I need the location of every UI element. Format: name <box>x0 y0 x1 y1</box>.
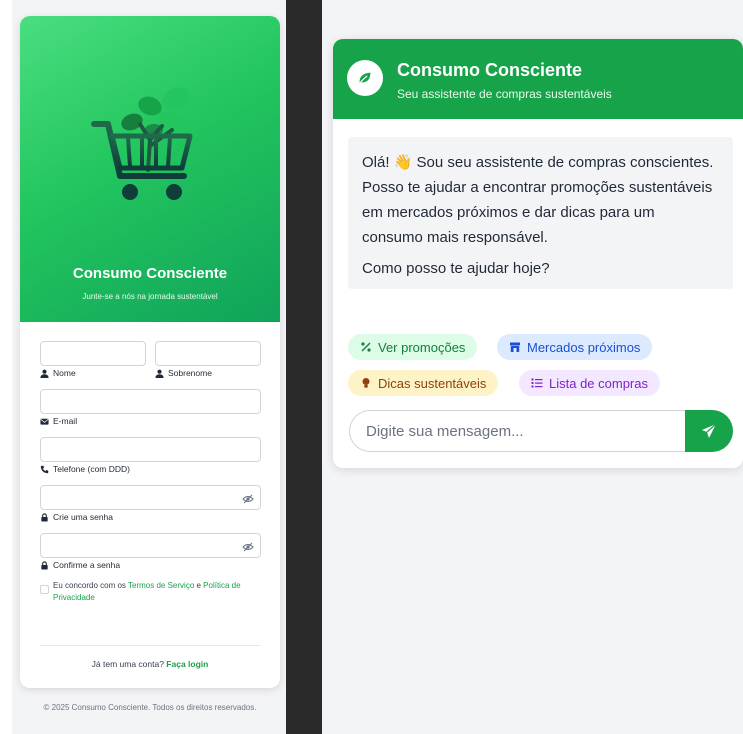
lock-icon <box>41 560 48 570</box>
password-field[interactable] <box>40 485 261 510</box>
chip-dicas-sustentaveis[interactable]: Dicas sustentáveis <box>348 370 499 396</box>
last-name-label: Sobrenome <box>155 368 212 378</box>
chat-header: Consumo Consciente Seu assistente de com… <box>333 39 743 119</box>
user-icon <box>155 369 164 378</box>
phone-icon <box>40 465 49 473</box>
greeting-text: Olá! 👋 Sou seu assistente de compras con… <box>362 154 714 246</box>
screenshot-root: Consumo Consciente Junte-se a nós na jor… <box>0 0 743 734</box>
chat-subtitle: Seu assistente de compras sustentáveis <box>397 87 612 101</box>
lightbulb-icon <box>362 378 370 388</box>
leaf-icon <box>358 72 371 85</box>
email-label: E-mail <box>40 416 77 426</box>
signup-brand-tagline: Junte-se a nós na jornada sustentável <box>82 292 218 301</box>
store-icon <box>510 342 520 352</box>
percent-icon <box>361 342 371 352</box>
paper-plane-icon <box>702 423 717 438</box>
chip-mercados-proximos[interactable]: Mercados próximos <box>497 334 653 360</box>
message-input[interactable] <box>349 410 689 452</box>
shopping-cart-leaf-icon <box>91 87 193 200</box>
waving-hand-emoji: 👋 <box>393 154 413 171</box>
confirm-password-label: Confirme a senha <box>40 560 120 570</box>
last-name-field[interactable] <box>155 341 261 366</box>
phone-field[interactable] <box>40 437 261 462</box>
assistant-message: Olá! 👋 Sou seu assistente de compras con… <box>348 137 733 289</box>
chip-ver-promocoes[interactable]: Ver promoções <box>348 334 478 360</box>
login-link[interactable]: Faça login <box>166 659 208 669</box>
first-name-label: Nome <box>40 368 76 378</box>
question-text: Como posso te ajudar hoje? <box>362 260 550 277</box>
terms-of-service-link[interactable]: Termos de Serviço <box>128 581 194 590</box>
password-label: Crie uma senha <box>40 512 113 522</box>
left-edge <box>0 0 12 734</box>
login-divider <box>40 645 260 646</box>
user-icon <box>40 369 49 378</box>
send-button[interactable] <box>685 410 733 452</box>
chat-title: Consumo Consciente <box>397 60 583 80</box>
signup-footer: © 2025 Consumo Consciente. Todos os dire… <box>43 703 257 712</box>
email-field[interactable] <box>40 389 261 414</box>
chip-lista-de-compras[interactable]: Lista de compras <box>519 370 660 396</box>
signup-hero: Consumo Consciente Junte-se a nós na jor… <box>20 16 280 322</box>
terms-checkbox[interactable] <box>40 585 49 594</box>
eye-slash-icon[interactable] <box>242 542 254 552</box>
eye-slash-icon[interactable] <box>242 494 254 504</box>
phone-label: Telefone (com DDD) <box>40 464 130 474</box>
chat-widget: Consumo Consciente Seu assistente de com… <box>333 39 743 468</box>
signup-brand-title: Consumo Consciente <box>72 265 228 282</box>
terms-text: Eu concordo com os Termos de Serviço e P… <box>53 581 241 602</box>
chat-avatar <box>347 60 383 96</box>
confirm-password-field[interactable] <box>40 533 261 558</box>
list-icon <box>531 378 543 388</box>
lock-icon <box>41 512 48 522</box>
login-prompt: Já tem uma conta? Faça login <box>91 659 209 669</box>
first-name-field[interactable] <box>40 341 146 366</box>
envelope-icon <box>40 418 49 425</box>
